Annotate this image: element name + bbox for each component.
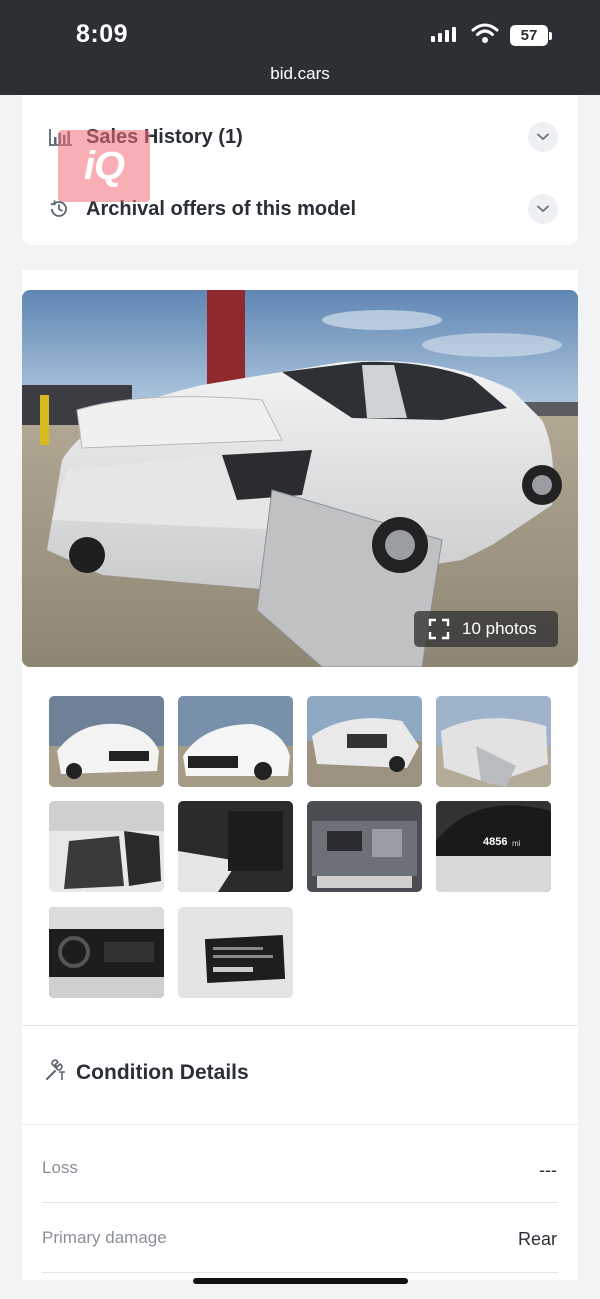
watermark-logo: iQ — [58, 130, 150, 202]
chevron-down-icon[interactable] — [528, 194, 558, 224]
loss-label: Loss — [42, 1158, 78, 1177]
thumbnail-odometer[interactable]: 4856 mi — [436, 801, 551, 892]
thumbnail-rear-damage[interactable] — [307, 696, 422, 787]
status-bar: 8:09 57 bid.cars — [0, 0, 600, 95]
cellular-signal-icon — [431, 27, 456, 42]
home-indicator[interactable] — [193, 1278, 408, 1284]
condition-title: Condition Details — [76, 1060, 249, 1084]
battery-tip — [549, 32, 552, 40]
fullscreen-icon — [428, 618, 450, 640]
chevron-down-icon[interactable] — [528, 122, 558, 152]
condition-details-heading: Condition Details — [42, 1058, 249, 1087]
primary-damage-value: Rear — [517, 1229, 557, 1249]
row-divider — [42, 1272, 558, 1273]
thumbnail-front[interactable] — [178, 696, 293, 787]
thumbnail-front-interior[interactable] — [49, 801, 164, 892]
primary-damage-label: Primary damage — [42, 1228, 167, 1247]
condition-tools-icon — [42, 1058, 68, 1087]
address-bar[interactable]: bid.cars — [0, 64, 600, 84]
battery-icon: 57 — [510, 25, 548, 46]
photo-count-label: 10 photos — [462, 619, 537, 638]
section-divider — [22, 1025, 578, 1026]
wifi-icon — [471, 22, 499, 49]
odometer-reading: 4856 — [483, 836, 508, 848]
thumbnail-rear-close[interactable] — [436, 696, 551, 787]
odometer-unit: mi — [512, 839, 521, 848]
status-time: 8:09 — [76, 20, 129, 48]
row-divider — [42, 1202, 558, 1203]
thumbnail-front-left[interactable] — [49, 696, 164, 787]
loss-value: --- — [539, 1160, 557, 1180]
section-divider — [22, 1124, 578, 1125]
thumbnail-engine-bay[interactable] — [307, 801, 422, 892]
thumbnail-rear-seats[interactable] — [178, 801, 293, 892]
photo-count-button[interactable]: 10 photos — [414, 611, 558, 647]
thumbnail-vin-label[interactable] — [178, 907, 293, 998]
thumbnail-dashboard[interactable] — [49, 907, 164, 998]
